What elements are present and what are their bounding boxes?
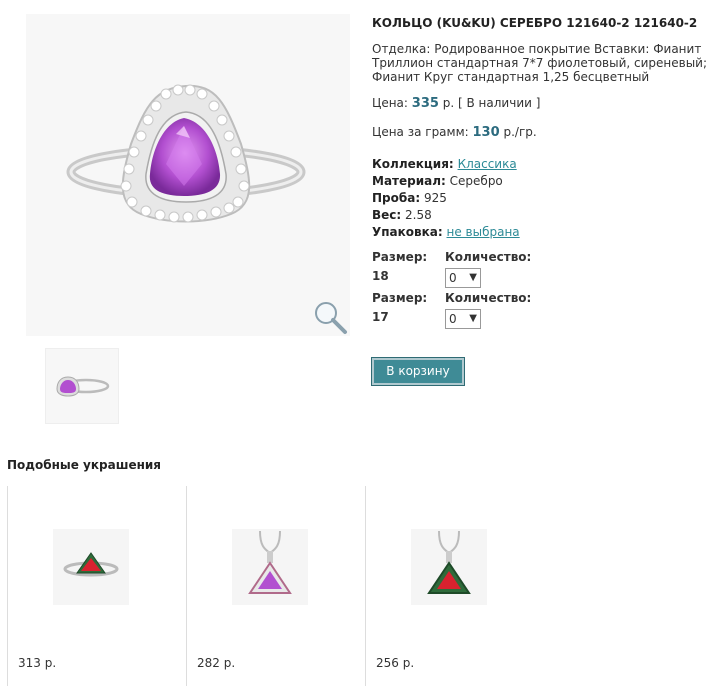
similar-item-price: 282 р.: [197, 656, 236, 670]
pendant-icon[interactable]: [232, 529, 308, 605]
weight-label: Вес:: [372, 208, 402, 222]
material-value: Серебро: [449, 174, 503, 188]
size-label: Размер:: [372, 291, 428, 305]
price-unit: р.: [442, 96, 455, 110]
product-description: Отделка: Родированное покрытие Вставки: …: [372, 42, 708, 84]
probe-value: 925: [423, 191, 447, 205]
similar-item-price: 256 р.: [376, 656, 415, 670]
size-value: 17: [372, 310, 389, 324]
price-label: Цена:: [372, 96, 408, 110]
similar-heading: Подобные украшения: [7, 458, 162, 472]
material-label: Материал:: [372, 174, 446, 188]
product-title: КОЛЬЦО (KU&KU) СЕРЕБРО 121640-2 121640-2: [372, 16, 698, 30]
quantity-label: Количество:: [445, 250, 532, 264]
chevron-down-icon: ▼: [469, 272, 477, 283]
similar-item-price: 313 р.: [18, 656, 57, 670]
gram-price-row: Цена за грамм: 130 р./гр.: [372, 125, 712, 140]
quantity-select[interactable]: 0 ▼: [445, 268, 481, 288]
similar-item[interactable]: 313 р.: [7, 486, 184, 686]
add-to-cart-button[interactable]: В корзину: [371, 357, 465, 386]
product-main-image[interactable]: [26, 14, 350, 336]
collection-label: Коллекция:: [372, 157, 454, 171]
price-value: 335: [411, 96, 439, 111]
quantity-label: Количество:: [445, 291, 532, 305]
similar-item[interactable]: 256 р.: [365, 486, 542, 686]
package-link[interactable]: не выбрана: [447, 225, 520, 239]
gram-price-label: Цена за грамм:: [372, 125, 469, 139]
magnifier-icon[interactable]: [310, 298, 350, 336]
availability-status: [ В наличии ]: [458, 96, 541, 110]
size-value: 18: [372, 269, 389, 283]
chevron-down-icon: ▼: [469, 313, 477, 324]
pendant-icon[interactable]: [411, 529, 487, 605]
product-thumbnail[interactable]: [45, 348, 119, 424]
gram-price-value: 130: [472, 125, 500, 140]
quantity-select-value: 0: [449, 312, 457, 326]
probe-label: Проба:: [372, 191, 421, 205]
product-properties: Коллекция: Классика Материал: Серебро Пр…: [372, 156, 712, 241]
size-label: Размер:: [372, 250, 428, 264]
quantity-select-value: 0: [449, 271, 457, 285]
package-label: Упаковка:: [372, 225, 443, 239]
ring-icon[interactable]: [53, 529, 129, 605]
similar-item[interactable]: 282 р.: [186, 486, 363, 686]
collection-link[interactable]: Классика: [458, 157, 517, 171]
weight-value: 2.58: [405, 208, 432, 222]
gram-price-unit: р./гр.: [503, 125, 537, 139]
quantity-select[interactable]: 0 ▼: [445, 309, 481, 329]
product-info: КОЛЬЦО (KU&KU) СЕРЕБРО 121640-2 121640-2…: [372, 14, 712, 329]
size-quantity-grid: Размер: Количество: 18 0 ▼ Размер: Колич…: [372, 249, 712, 329]
price-row: Цена: 335 р. [ В наличии ]: [372, 96, 712, 111]
